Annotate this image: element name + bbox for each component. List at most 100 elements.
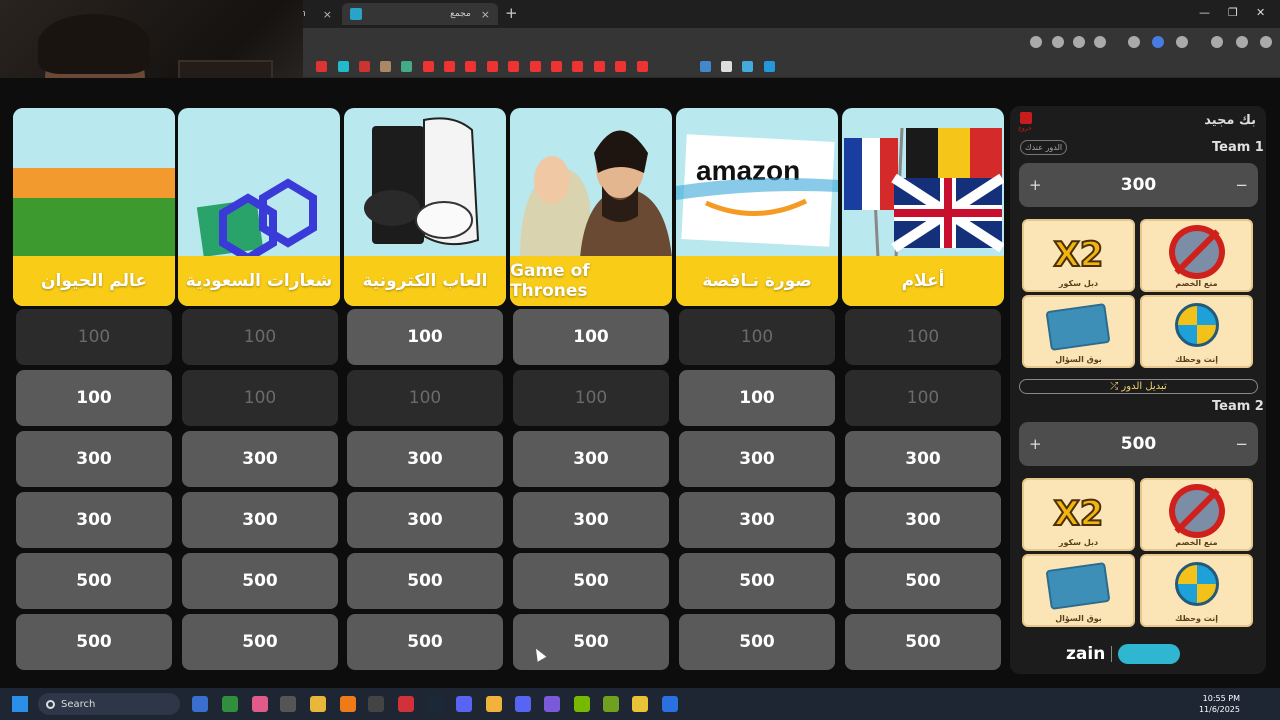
question-cell[interactable]: 300 [845, 431, 1001, 487]
taskbar-app-icon[interactable] [340, 696, 356, 712]
question-cell[interactable]: 300 [347, 431, 503, 487]
question-cell[interactable]: 300 [513, 492, 669, 548]
taskbar-app-icon[interactable] [368, 696, 384, 712]
steal-question-powerup[interactable]: بوق السؤال [1022, 554, 1135, 627]
extension-icon[interactable] [1128, 36, 1140, 48]
taskbar-app-icon[interactable] [544, 696, 560, 712]
extensions-puzzle-icon[interactable] [1176, 36, 1188, 48]
steam-icon[interactable] [427, 696, 443, 712]
extension-icon[interactable] [1152, 36, 1164, 48]
question-cell[interactable]: 300 [182, 431, 338, 487]
category-card[interactable]: أعلام [842, 108, 1004, 306]
bookmark-star-icon[interactable] [1094, 36, 1106, 48]
youtube-bookmark-icon[interactable] [444, 61, 455, 72]
taskbar-app-icon[interactable] [280, 696, 296, 712]
youtube-bookmark-icon[interactable] [594, 61, 605, 72]
luck-wheel-powerup[interactable]: إنت وحظك [1140, 295, 1253, 368]
tab-close-icon[interactable]: × [481, 8, 490, 21]
taskbar-app-icon[interactable] [222, 696, 238, 712]
bookmark-icon[interactable] [338, 61, 349, 72]
question-cell[interactable]: 100 [513, 309, 669, 365]
question-cell[interactable]: 100 [347, 309, 503, 365]
question-cell[interactable]: 500 [679, 553, 835, 609]
taskbar-app-icon[interactable] [252, 696, 268, 712]
double-score-powerup[interactable]: X2 دبل سكور [1022, 478, 1135, 551]
category-card[interactable]: عالم الحيوان [13, 108, 175, 306]
category-card[interactable]: amazon صورة نـاقصة [676, 108, 838, 306]
new-tab-button[interactable]: + [505, 4, 518, 22]
youtube-bookmark-icon[interactable] [551, 61, 562, 72]
taskbar-app-icon[interactable] [486, 696, 502, 712]
taskbar-clock[interactable]: 10:55 PM 11/6/2025 [1199, 693, 1240, 715]
switch-turn-button[interactable]: ⤮ تبديل الدور [1019, 379, 1258, 394]
tab-close-icon[interactable]: × [323, 8, 332, 21]
taskbar-app-icon[interactable] [398, 696, 414, 712]
youtube-bookmark-icon[interactable] [423, 61, 434, 72]
file-explorer-icon[interactable] [310, 696, 326, 712]
menu-kebab-icon[interactable] [1260, 36, 1272, 48]
steal-question-powerup[interactable]: بوق السؤال [1022, 295, 1135, 368]
block-opponent-powerup[interactable]: منع الخصم [1140, 478, 1253, 551]
question-cell[interactable]: 500 [182, 614, 338, 670]
bookmark-icon[interactable] [764, 61, 775, 72]
exit-label[interactable]: خروج [1018, 125, 1032, 132]
team1-plus-button[interactable]: + [1029, 176, 1042, 194]
youtube-bookmark-icon[interactable] [487, 61, 498, 72]
nvidia-icon[interactable] [574, 696, 590, 712]
zoom-icon[interactable] [1073, 36, 1085, 48]
question-cell[interactable]: 300 [16, 431, 172, 487]
question-cell[interactable]: 500 [16, 553, 172, 609]
youtube-bookmark-icon[interactable] [465, 61, 476, 72]
question-cell[interactable]: 300 [16, 492, 172, 548]
youtube-bookmark-icon[interactable] [572, 61, 583, 72]
reading-list-icon[interactable] [1211, 36, 1223, 48]
profile-avatar-icon[interactable] [1236, 36, 1248, 48]
question-cell[interactable]: 500 [347, 553, 503, 609]
team1-minus-button[interactable]: − [1235, 176, 1248, 194]
question-cell[interactable]: 500 [182, 553, 338, 609]
question-cell[interactable]: 300 [679, 431, 835, 487]
taskbar-app-icon[interactable] [192, 696, 208, 712]
youtube-bookmark-icon[interactable] [530, 61, 541, 72]
question-cell[interactable]: 300 [182, 492, 338, 548]
windows-start-icon[interactable] [12, 696, 28, 712]
category-card[interactable]: Game of Thrones [510, 108, 672, 306]
question-cell[interactable]: 500 [347, 614, 503, 670]
discord-icon[interactable] [515, 696, 531, 712]
browser-tab-active[interactable]: مجمع × [342, 3, 498, 25]
chrome-icon[interactable] [632, 696, 648, 712]
question-cell[interactable]: 300 [845, 492, 1001, 548]
discord-icon[interactable] [456, 696, 472, 712]
team2-minus-button[interactable]: − [1235, 435, 1248, 453]
taskbar-search[interactable]: Search [38, 693, 180, 715]
question-cell[interactable]: 300 [347, 492, 503, 548]
bookmark-icon[interactable] [721, 61, 732, 72]
bookmark-icon[interactable] [401, 61, 412, 72]
bookmark-icon[interactable] [316, 61, 327, 72]
question-cell[interactable]: 500 [513, 553, 669, 609]
question-cell[interactable]: 100 [679, 370, 835, 426]
youtube-bookmark-icon[interactable] [615, 61, 626, 72]
cast-icon[interactable] [1052, 36, 1064, 48]
maximize-button[interactable]: ❐ [1228, 6, 1238, 19]
youtube-bookmark-icon[interactable] [637, 61, 648, 72]
bookmark-icon[interactable] [742, 61, 753, 72]
question-cell[interactable]: 300 [679, 492, 835, 548]
question-cell[interactable]: 500 [845, 614, 1001, 670]
exit-icon[interactable] [1020, 112, 1032, 124]
minimize-button[interactable]: — [1199, 6, 1210, 19]
bookmark-icon[interactable] [700, 61, 711, 72]
password-key-icon[interactable] [1030, 36, 1042, 48]
question-cell[interactable]: 100 [16, 370, 172, 426]
bookmark-icon[interactable] [359, 61, 370, 72]
bookmark-icon[interactable] [380, 61, 391, 72]
taskbar-app-icon[interactable] [662, 696, 678, 712]
team2-plus-button[interactable]: + [1029, 435, 1042, 453]
close-window-button[interactable]: ✕ [1256, 6, 1265, 19]
category-card[interactable]: شعارات السعودية [178, 108, 340, 306]
double-score-powerup[interactable]: X2 دبل سكور [1022, 219, 1135, 292]
question-cell[interactable]: 300 [513, 431, 669, 487]
question-cell[interactable]: 500 [845, 553, 1001, 609]
youtube-bookmark-icon[interactable] [508, 61, 519, 72]
question-cell[interactable]: 500 [513, 614, 669, 670]
